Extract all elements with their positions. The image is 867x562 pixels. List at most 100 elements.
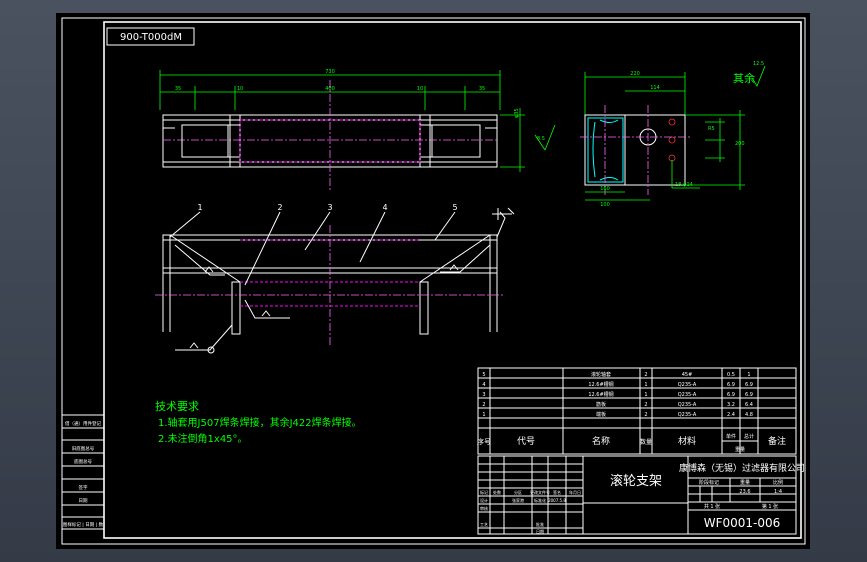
bom-cell-qty: 1 [644, 382, 647, 388]
cad-drawing: 900-T000dM 730 35 10 400 10 35 φ35 8.5 2… [61, 17, 806, 545]
part-name: 滚轮支架 [610, 473, 662, 489]
strip-3: 底图总号 [74, 458, 92, 465]
tb-sheet-total: 共 1 张 [704, 503, 720, 510]
strip-1: 借（通）用件登记 [65, 420, 101, 427]
tb-stage: 阶段标记 [699, 479, 719, 486]
bom-h-qty: 数量 [640, 438, 652, 446]
tb-date: 年月日 [569, 489, 581, 495]
dim-front-l2: 10 [237, 86, 243, 92]
strip-4: 签字 [79, 484, 88, 491]
strip-2: 旧底图总号 [72, 445, 95, 452]
bom-h-unit: 单件 [726, 433, 736, 440]
tb-zone: 分区 [514, 489, 522, 495]
bom-h-total: 总计 [744, 433, 754, 440]
bottom-view: 1 2 3 4 5 [155, 203, 515, 354]
bom-cell-no: 4 [482, 382, 485, 388]
bom-cell-material: Q235-A [678, 382, 697, 388]
bom-cell-w2: 6.4 [745, 402, 753, 408]
dim-side-holes: 18-φ14 [675, 182, 693, 188]
drawing-number: WF0001-006 [704, 516, 781, 530]
bom-cell-no: 5 [482, 372, 485, 378]
tb-approve: 批准 [536, 521, 544, 527]
bom-cell-material: Q235-A [678, 412, 697, 418]
surface-note: 其余 [733, 71, 755, 85]
bom-cell-qty: 2 [644, 402, 647, 408]
bom-cell-name: 12.6#槽钢 [588, 391, 613, 398]
tb-sheet-no: 第 1 张 [762, 503, 778, 510]
strip-5: 日期 [79, 498, 88, 504]
bom-cell-w2: 6.9 [745, 392, 753, 398]
dim-front-h: φ35 [514, 108, 520, 118]
surface-value: 12.5 [753, 61, 764, 67]
dim-side-height: 200 [735, 141, 745, 147]
title-block: 标记 处数 分区 更改文件号 签名 年月日 设计 张家港 标准化 2007.5.… [477, 455, 805, 535]
bom-cell-qty: 2 [644, 372, 647, 378]
dim-front-r2: 10 [417, 86, 423, 92]
tb-design-name: 张家港 [512, 497, 524, 503]
technical-requirements: 技术要求 1.轴套用J507焊条焊接，其余J422焊条焊接。 2.未注倒角1x4… [155, 400, 362, 445]
bom-cell-w2: 4.8 [745, 412, 753, 418]
bom-cell-w2: 6.9 [745, 382, 753, 388]
dim-side-width: 220 [630, 71, 640, 77]
tb-review: 审核 [480, 505, 488, 511]
bom-h-weight: 重量 [735, 446, 745, 453]
bom-h-no: 序号 [477, 437, 491, 446]
side-view: 220 114 200 R5 160 100 18-φ14 其余 12.5 [580, 61, 766, 208]
drawing-sheet: 900-T000dM 730 35 10 400 10 35 φ35 8.5 2… [56, 13, 810, 549]
tb-sign: 签名 [553, 489, 561, 495]
tech-req-line-2: 2.未注倒角1x45°。 [158, 432, 248, 445]
inner-border [103, 21, 802, 539]
strip-6: 图样标记 | 日期 | 数 [63, 521, 104, 528]
dim-front-right: 35 [479, 86, 485, 92]
dim-front-left: 35 [175, 86, 181, 92]
bom-cell-w1: 6.9 [727, 392, 735, 398]
balloon-5: 5 [452, 203, 457, 212]
tb-change: 更改文件号 [530, 489, 550, 495]
dim-front-h2: 8.5 [537, 136, 545, 142]
bom-cell-w1: 3.2 [727, 402, 735, 408]
code-box-text: 900-T000dM [120, 32, 182, 43]
tb-scale-value: 1:4 [774, 489, 782, 495]
bom-cell-name: 端板 [596, 411, 606, 418]
bom-cell-w2: 1 [747, 372, 750, 378]
tb-scale-label: 比例 [773, 479, 783, 486]
tb-date-label: 日期 [536, 528, 544, 534]
tb-count: 处数 [493, 489, 501, 495]
balloon-3: 3 [327, 203, 332, 212]
bom-cell-qty: 1 [644, 392, 647, 398]
company-name: 康博森（无锡）过滤器有限公司 [679, 462, 805, 474]
bom-cell-no: 2 [482, 402, 485, 408]
dim-side-bottom-left: 100 [600, 202, 610, 208]
bom-h-name: 名称 [592, 435, 610, 447]
bom-cell-material: Q235-A [678, 392, 697, 398]
tech-req-heading: 技术要求 [155, 400, 199, 413]
bom-cell-no: 1 [482, 412, 485, 418]
dim-side-top: 114 [650, 85, 660, 91]
tb-weight-label: 重量 [740, 479, 750, 486]
bom-h-code: 代号 [517, 436, 535, 447]
tb-design-label: 设计 [480, 497, 488, 503]
tb-process: 工艺 [480, 522, 488, 527]
balloon-4: 4 [382, 203, 387, 212]
dim-side-r: R5 [708, 126, 715, 132]
bom-cell-name: 筋板 [596, 401, 606, 408]
bom-h-material: 材料 [678, 435, 696, 447]
bom-cell-no: 3 [482, 392, 485, 398]
bom-cell-material: Q235-A [678, 402, 697, 408]
bom-h-remark: 备注 [768, 435, 786, 447]
bom-cell-qty: 2 [644, 412, 647, 418]
tb-mark: 标记 [480, 489, 488, 495]
bom-cell-w1: 0.5 [727, 372, 735, 378]
bom-cell-w1: 2.4 [727, 412, 735, 418]
balloon-1: 1 [197, 203, 202, 212]
dim-side-inner: 160 [600, 186, 610, 192]
bom-cell-name: 12.6#槽钢 [588, 381, 613, 388]
left-strip: 借（通）用件登记 旧底图总号 底图总号 签字 日期 图样标记 | 日期 | 数 [61, 414, 105, 530]
tb-design-date: 2007.5.8 [548, 498, 566, 503]
front-view: 730 35 10 400 10 35 φ35 8.5 [159, 69, 556, 190]
tb-std-label: 标准化 [534, 497, 546, 503]
dim-front-total: 730 [325, 69, 335, 75]
bom-cell-w1: 6.9 [727, 382, 735, 388]
bom-cell-material: 45# [682, 372, 693, 378]
balloon-2: 2 [277, 203, 282, 212]
